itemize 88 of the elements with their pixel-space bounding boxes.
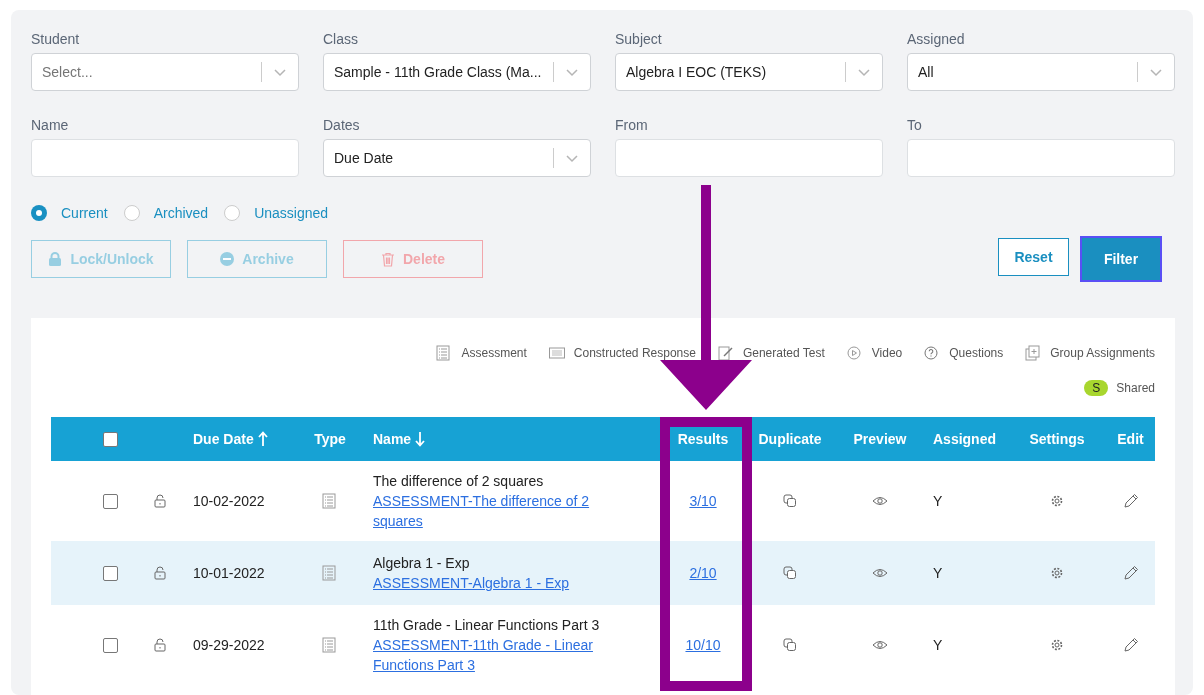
column-header[interactable]: Results xyxy=(677,428,729,450)
select-field[interactable]: Select... xyxy=(31,53,299,91)
column-header[interactable]: Name xyxy=(373,428,412,450)
checkbox[interactable] xyxy=(103,565,118,581)
assignment-link[interactable]: ASSESSMENT-Algebra 1 - Exp xyxy=(373,573,623,593)
copy-icon xyxy=(783,494,797,508)
results-link[interactable]: 10/10 xyxy=(685,634,721,656)
trash-icon xyxy=(381,251,395,267)
column-header[interactable]: Edit xyxy=(1117,428,1144,450)
minus-circle-icon xyxy=(220,252,235,266)
due-date: 10-02-2022 xyxy=(193,491,265,511)
text-field[interactable] xyxy=(907,139,1175,177)
lock-icon xyxy=(48,252,63,266)
settings-icon xyxy=(1050,566,1064,580)
eye-icon xyxy=(872,639,888,651)
field-label: From xyxy=(615,116,649,135)
list-document-icon xyxy=(322,493,338,509)
radio-label[interactable]: Unassigned xyxy=(254,202,329,224)
chevron-down-icon xyxy=(564,66,580,78)
chevron-down-icon xyxy=(272,66,288,78)
field-label: To xyxy=(907,116,923,135)
stacked-squares-icon xyxy=(1025,345,1042,361)
assignment-title: 11th Grade - Linear Functions Part 3 xyxy=(373,616,601,635)
field-label: Dates xyxy=(323,116,361,135)
field-label: Student xyxy=(31,30,81,49)
settings-icon xyxy=(1050,494,1064,508)
chevron-down-icon xyxy=(856,66,872,78)
select-field[interactable]: Due Date xyxy=(323,139,591,177)
list-document-icon xyxy=(436,345,453,361)
assigned-value: Y xyxy=(933,635,943,655)
chevron-down-icon xyxy=(1148,66,1164,78)
assignment-title: Algebra 1 - Exp xyxy=(373,554,471,573)
reset-button[interactable]: Reset xyxy=(998,238,1069,276)
field-label: Class xyxy=(323,30,359,49)
document-pencil-icon xyxy=(717,345,734,361)
select-field[interactable]: Algebra I EOC (TEKS) xyxy=(615,53,883,91)
play-circle-icon xyxy=(846,345,863,361)
assignment-title: The difference of 2 squares xyxy=(373,472,545,491)
legend-label: Constructed Response xyxy=(573,345,696,362)
field-label: Assigned xyxy=(907,30,966,49)
due-date: 09-29-2022 xyxy=(193,635,265,655)
column-header[interactable]: Type xyxy=(314,428,346,450)
eye-icon xyxy=(872,567,888,579)
pencil-icon xyxy=(1122,493,1139,509)
checkbox[interactable] xyxy=(103,431,118,447)
assigned-value: Y xyxy=(933,491,943,511)
question-circle-icon xyxy=(924,345,941,361)
column-header[interactable]: Due Date xyxy=(193,428,254,450)
assigned-value: Y xyxy=(933,563,943,583)
settings-icon xyxy=(1050,638,1064,652)
legend-label: Assessment xyxy=(461,345,527,362)
shared-badge: S xyxy=(1084,380,1109,396)
field-label: Name xyxy=(31,116,70,135)
legend-label: Video xyxy=(871,345,903,362)
text-lines-icon xyxy=(548,345,565,361)
due-date: 10-01-2022 xyxy=(193,563,265,583)
results-link[interactable]: 2/10 xyxy=(689,562,717,584)
radio-label[interactable]: Current xyxy=(61,202,108,224)
checkbox[interactable] xyxy=(103,637,118,653)
list-document-icon xyxy=(322,565,338,581)
legend-label: Group Assignments xyxy=(1050,345,1155,362)
pencil-icon xyxy=(1122,565,1139,581)
select-field[interactable]: All xyxy=(907,53,1175,91)
legend-label: Generated Test xyxy=(742,345,825,362)
list-document-icon xyxy=(322,637,338,653)
column-header[interactable]: Preview xyxy=(853,428,907,450)
column-header[interactable]: Assigned xyxy=(933,428,996,450)
select-field[interactable]: Sample - 11th Grade Class (Ma... xyxy=(323,53,591,91)
pencil-icon xyxy=(1122,637,1139,653)
radio-label[interactable]: Archived xyxy=(153,202,209,224)
column-header[interactable]: Duplicate xyxy=(758,428,822,450)
copy-icon xyxy=(783,638,797,652)
legend-label: Shared xyxy=(1116,380,1155,397)
arrow-up-icon xyxy=(257,431,268,447)
column-header[interactable]: Settings xyxy=(1029,428,1085,450)
arrow-down-icon xyxy=(415,431,426,447)
text-field[interactable] xyxy=(615,139,883,177)
assignment-link[interactable]: ASSESSMENT-The difference of 2 squares xyxy=(373,491,623,531)
copy-icon xyxy=(783,566,797,580)
legend-label: Questions xyxy=(949,345,1004,362)
eye-icon xyxy=(872,495,888,507)
filter-button[interactable]: Filter xyxy=(1082,238,1160,280)
text-field[interactable] xyxy=(31,139,299,177)
assignment-link[interactable]: ASSESSMENT-11th Grade - Linear Functions Part 3 xyxy=(373,635,623,675)
checkbox[interactable] xyxy=(103,493,118,509)
field-label: Subject xyxy=(615,30,663,49)
chevron-down-icon xyxy=(564,152,580,164)
results-link[interactable]: 3/10 xyxy=(689,490,717,512)
